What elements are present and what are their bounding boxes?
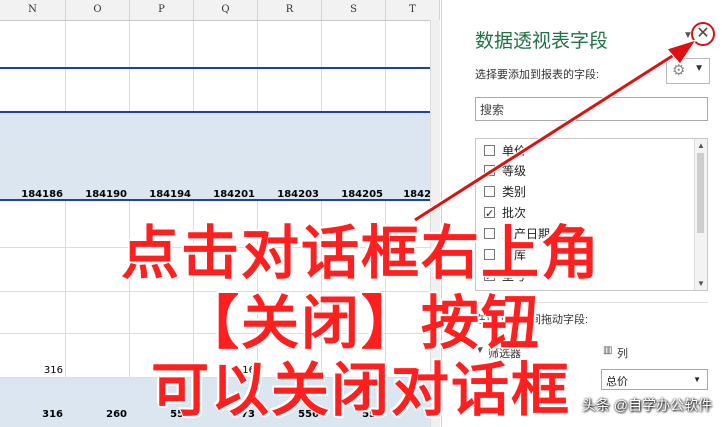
watermark: 头条 @自学办公软件 bbox=[581, 397, 712, 413]
